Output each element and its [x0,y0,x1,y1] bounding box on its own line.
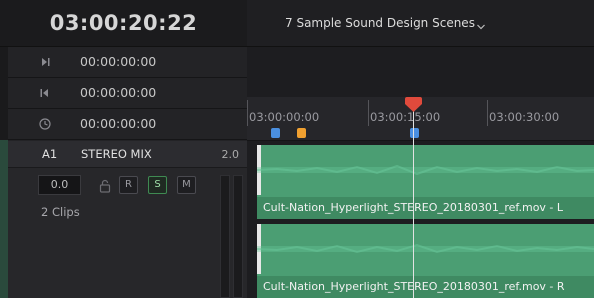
timeline-title-bar[interactable]: 7 Sample Sound Design Scenes [247,0,594,47]
track-color-strip [0,140,8,298]
ruler-tick [368,100,369,126]
audio-clip-left[interactable]: Cult-Nation_Hyperlight_STEREO_20180301_r… [257,145,594,219]
ruler-tick [487,100,488,126]
blue-marker-icon[interactable] [271,128,280,138]
track-id: A1 [42,147,58,161]
duration-timecode[interactable]: 00:00:00:00 [80,109,156,139]
blue-marker-icon[interactable] [410,128,419,138]
mark-out-icon[interactable] [35,78,55,108]
track-name[interactable]: STEREO MIX [81,141,152,168]
clip-name-bar: Cult-Nation_Hyperlight_STEREO_20180301_r… [257,276,594,298]
lock-icon[interactable] [98,178,112,193]
ruler-label: 03:00:30:00 [489,110,560,124]
track-title-row: A1 STEREO MIX 2.0 [8,141,247,168]
track-format: 2.0 [221,148,240,161]
video-track-area[interactable] [247,47,594,97]
audio-meter-left [220,175,230,298]
waveform [257,243,594,254]
chevron-down-icon[interactable] [476,17,486,30]
audio-meter-right [233,175,243,298]
audio-clip-right[interactable]: Cult-Nation_Hyperlight_STEREO_20180301_r… [257,224,594,298]
orange-marker-icon[interactable] [297,128,306,138]
track-gutter [0,47,8,298]
timeline-panel: 7 Sample Sound Design Scenes 03:00:00:00… [247,0,594,298]
mark-in-icon[interactable] [35,47,55,77]
playhead-handle-icon[interactable] [405,97,422,112]
mark-in-timecode[interactable]: 00:00:00:00 [80,47,156,77]
mark-in-row: 00:00:00:00 [0,47,247,78]
audio-track-header[interactable]: A1 STEREO MIX 2.0 0.0 R S M 2 Clips [8,141,247,298]
duration-clock-icon[interactable] [35,109,55,139]
ruler-label: 03:00:00:00 [249,110,320,124]
ruler-tick [247,100,248,126]
solo-button[interactable]: S [148,176,167,194]
playhead-line[interactable] [413,100,414,298]
track-header-panel: 03:00:20:22 00:00:00:00 00:00:00:00 00:0… [0,0,247,298]
clip-count: 2 Clips [41,205,80,219]
timeline-name[interactable]: 7 Sample Sound Design Scenes [285,0,475,47]
current-timecode[interactable]: 03:00:20:22 [0,0,247,47]
waveform [257,164,594,176]
mute-button[interactable]: M [177,176,196,194]
record-arm-button[interactable]: R [119,176,138,194]
mark-out-timecode[interactable]: 00:00:00:00 [80,78,156,108]
track-volume-field[interactable]: 0.0 [38,175,81,195]
duration-row: 00:00:00:00 [0,109,247,140]
clip-name-bar: Cult-Nation_Hyperlight_STEREO_20180301_r… [257,197,594,219]
ruler-label: 03:00:15:00 [370,110,441,124]
mark-out-row: 00:00:00:00 [0,78,247,109]
